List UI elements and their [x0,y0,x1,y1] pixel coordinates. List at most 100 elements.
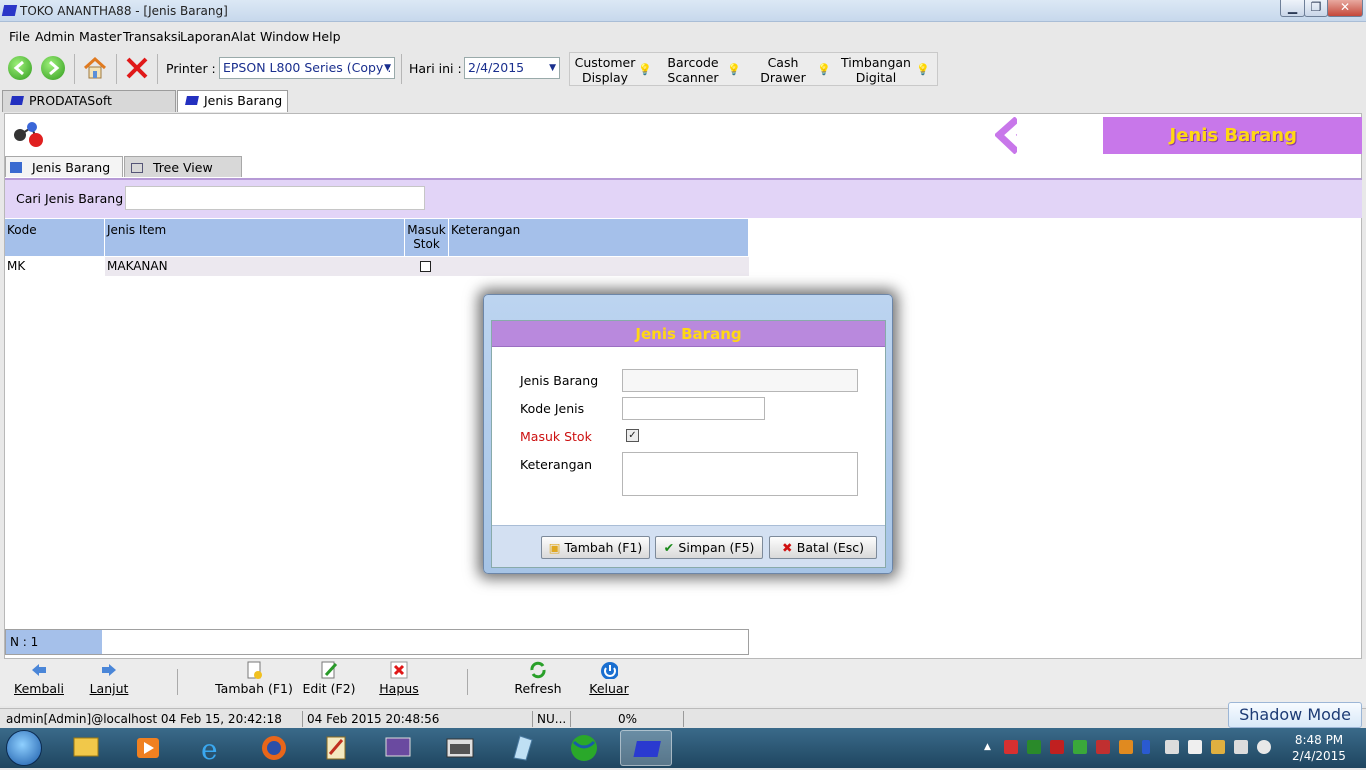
printer-select[interactable]: EPSON L800 Series (Copy : ▼ [219,57,395,79]
refresh-button[interactable]: Refresh [513,661,563,696]
menu-help[interactable]: Help [312,29,341,44]
window-taskbar-icon[interactable] [434,730,486,766]
menu-file[interactable]: File [9,29,30,44]
minimize-button[interactable]: ▁ [1280,0,1305,17]
bluetooth-icon[interactable] [1142,740,1150,754]
edit-button[interactable]: Edit (F2) [300,661,358,696]
tray-icon[interactable] [1165,740,1179,754]
subtab-jenis-barang[interactable]: Jenis Barang [5,156,123,177]
tambah-button[interactable]: Tambah (F1) [214,661,294,696]
home-icon[interactable] [83,56,107,80]
device-label: Display [581,70,629,85]
keterangan-textarea[interactable] [622,452,858,496]
window-title: TOKO ANANTHA88 - [Jenis Barang] [20,4,228,18]
tray-icon[interactable] [1004,740,1018,754]
close-x-icon[interactable] [125,56,149,80]
network-icon[interactable] [1211,740,1225,754]
keluar-button[interactable]: Keluar [588,661,630,696]
tray-icon[interactable] [1188,740,1202,754]
menu-master[interactable]: Master [79,29,122,44]
forward-arrow-icon[interactable] [41,56,65,80]
notes-taskbar-icon[interactable] [310,730,362,766]
subtab-tree-view[interactable]: Tree View [124,156,242,177]
customer-display-button[interactable]: Customer Display [574,53,636,87]
label-kode-jenis: Kode Jenis [520,401,585,416]
tray-icon[interactable] [1027,740,1041,754]
internet-explorer-taskbar-icon[interactable]: e [186,730,238,766]
globe-taskbar-icon[interactable] [558,730,610,766]
clock[interactable]: 8:48 PM 2/4/2015 [1283,732,1355,764]
bottom-toolbar: Kembali Lanjut Tambah (F1) Edit (F2) Hap… [0,659,1366,706]
chevron-decoration-icon [995,117,1017,154]
restore-button[interactable]: ❐ [1304,0,1328,17]
document-taskbar-icon[interactable] [496,730,548,766]
display-taskbar-icon[interactable] [372,730,424,766]
device-label: Drawer [760,70,806,85]
dialog-tambah-button[interactable]: ▣ Tambah (F1) [541,536,650,559]
header-banner: Jenis Barang [995,117,1362,154]
menu-alat[interactable]: Alat [231,29,256,44]
menu-transaksi[interactable]: Transaksi [123,29,181,44]
volume-icon[interactable] [1234,740,1248,754]
label-masuk-stok: Masuk Stok [520,429,592,444]
column-header-kode[interactable]: Kode [5,219,105,256]
start-button[interactable] [6,730,42,766]
tab-jenis-barang[interactable]: Jenis Barang [177,90,288,112]
button-label: Hapus [379,681,419,696]
media-player-taskbar-icon[interactable] [122,730,174,766]
explorer-taskbar-icon[interactable] [60,730,112,766]
cell-masuk-stok-checkbox[interactable] [420,261,431,272]
masuk-stok-checkbox[interactable]: ✓ [626,429,639,442]
status-bar: admin[Admin]@localhost 04 Feb 15, 20:42:… [0,708,1366,728]
column-header-jenis-item[interactable]: Jenis Item [105,219,405,256]
tray-icon[interactable] [1073,740,1087,754]
tab-icon [185,96,199,105]
kembali-button[interactable]: Kembali [14,661,64,696]
tray-icon[interactable] [1257,740,1271,754]
button-label: Edit (F2) [302,681,356,696]
tray-icon[interactable] [1096,740,1110,754]
printer-value: EPSON L800 Series (Copy : [223,60,392,75]
grid-icon [10,162,22,173]
status-num: NU... [532,711,566,727]
hapus-button[interactable]: Hapus [378,661,420,696]
cancel-x-icon: ✖ [781,540,797,555]
dialog-simpan-button[interactable]: ✔ Simpan (F5) [655,536,763,559]
device-group: Customer Display 💡 Barcode Scanner 💡 Cash D… [569,52,938,86]
tab-icon [10,96,24,105]
button-label: Refresh [514,681,562,696]
tray-icon[interactable] [1050,740,1064,754]
clock-time: 8:48 PM [1294,733,1344,747]
lanjut-button[interactable]: Lanjut [86,661,132,696]
date-value: 2/4/2015 [468,60,525,75]
firefox-taskbar-icon[interactable] [248,730,300,766]
shadow-mode-button[interactable]: Shadow Mode [1228,702,1362,728]
molecule-icon [12,119,44,152]
tray-expand-icon[interactable]: ▲ [984,742,991,752]
back-arrow-icon[interactable] [8,56,32,80]
column-header-masuk-stok[interactable]: Masuk Stok [405,219,449,256]
menu-window[interactable]: Window [260,29,309,44]
dialog-batal-button[interactable]: ✖ Batal (Esc) [769,536,877,559]
tray-icon[interactable] [1119,740,1133,754]
search-input[interactable] [125,186,425,210]
clock-date: 2/4/2015 [1292,749,1346,763]
dialog-button-bar: ▣ Tambah (F1) ✔ Simpan (F5) ✖ Batal (Esc… [492,525,885,567]
cash-drawer-button[interactable]: Cash Drawer [752,53,814,87]
tab-prodatasoft[interactable]: PRODATASoft Developer [2,90,176,128]
bulb-icon: 💡 [916,63,930,76]
jenis-barang-input[interactable] [622,369,858,392]
close-button[interactable]: ✕ [1327,0,1363,17]
menu-admin[interactable]: Admin [35,29,75,44]
kode-jenis-input[interactable] [622,397,765,420]
status-time: 04 Feb 2015 20:48:56 [302,711,439,727]
menu-laporan[interactable]: Laporan [180,29,231,44]
timbangan-digital-button[interactable]: Timbangan Digital [840,53,912,87]
cell-jenis: MAKANAN [107,259,168,273]
new-icon: ▣ [548,540,565,555]
barcode-scanner-button[interactable]: Barcode Scanner [662,53,724,87]
prodatasoft-taskbar-icon[interactable] [620,730,672,766]
button-label: Tambah (F1) [564,540,643,555]
column-header-keterangan[interactable]: Keterangan [449,219,749,256]
date-select[interactable]: 2/4/2015 ▼ [464,57,560,79]
